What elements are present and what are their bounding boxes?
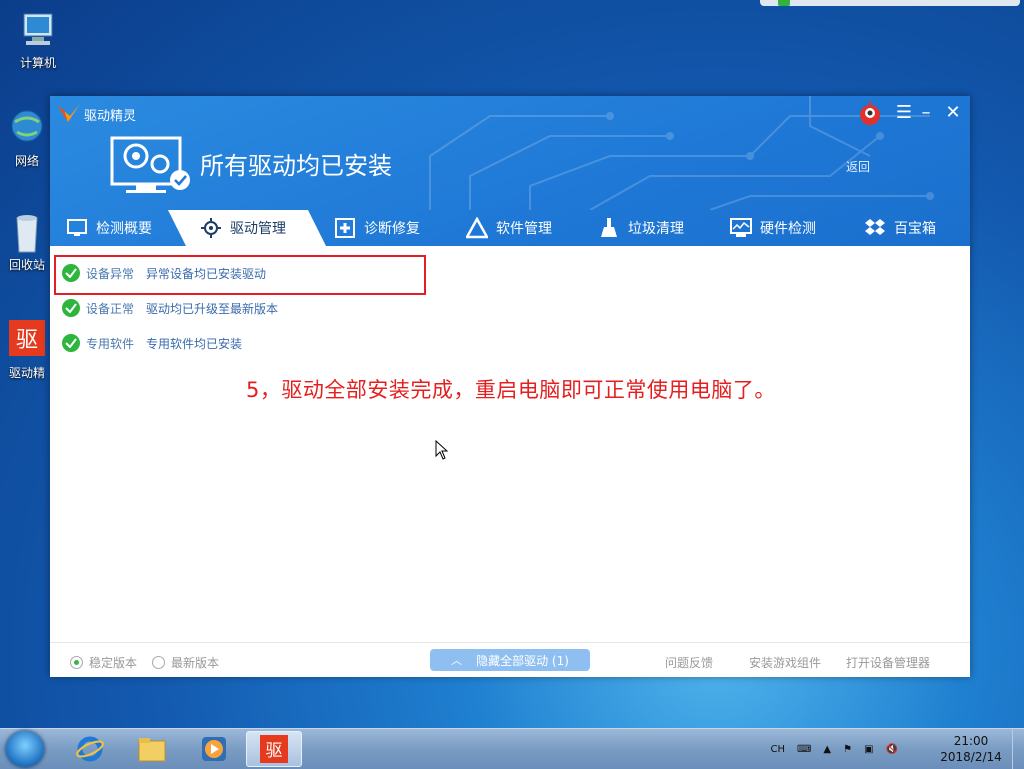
radio-label: 最新版本	[171, 656, 220, 670]
tab-junk-cleanup[interactable]: 垃圾清理	[598, 210, 684, 246]
latest-version-radio[interactable]: 最新版本	[152, 654, 219, 671]
desktop-icon-label: 驱动精	[8, 366, 45, 380]
taskbar-file-explorer[interactable]	[124, 731, 180, 767]
status-row: 设备正常 驱动均已升级至最新版本	[62, 297, 278, 319]
dropbox-icon	[865, 219, 885, 235]
check-icon	[778, 0, 790, 6]
show-hidden-icons-icon[interactable]: ▲	[823, 744, 831, 755]
tab-label: 驱动管理	[230, 221, 286, 237]
desktop-icon-recycle-bin[interactable]: 回收站	[2, 212, 52, 273]
tab-toolbox[interactable]: 百宝箱	[864, 210, 936, 246]
desktop-icon-label: 计算机	[19, 56, 56, 70]
taskbar: 驱 CH ⌨ ▲ ⚑ ▣ 🔇 21:00 2018/2/14	[0, 728, 1024, 769]
desktop-icon-label: 网络	[14, 154, 39, 168]
hide-button-label: 隐藏全部驱动 (1)	[476, 653, 569, 668]
tab-diagnose-repair[interactable]: 诊断修复	[334, 210, 420, 246]
tab-label: 垃圾清理	[628, 221, 684, 237]
install-game-components-link[interactable]: 安装游戏组件	[749, 654, 821, 671]
row-category: 专用软件	[86, 336, 135, 351]
tab-label: 硬件检测	[760, 221, 816, 237]
drivers-installed-icon	[110, 136, 190, 193]
circuit-pattern-decoration	[429, 96, 934, 210]
row-category: 设备异常	[86, 266, 135, 281]
hide-all-drivers-button[interactable]: ︿ 隐藏全部驱动 (1)	[430, 649, 590, 671]
network-icon[interactable]: ▣	[864, 744, 873, 755]
tab-driver-management[interactable]: 驱动管理	[200, 210, 286, 246]
app-title: 驱动精灵	[84, 109, 137, 124]
volume-muted-icon[interactable]: 🔇	[886, 744, 898, 755]
check-circle-icon	[62, 334, 80, 352]
app-logo-icon	[58, 104, 80, 122]
tab-label: 软件管理	[496, 221, 552, 237]
main-tabs: 检测概要 驱动管理 诊断修复 软件管理 垃圾清理 硬件检测 百宝箱	[50, 210, 970, 246]
radio-dot	[70, 656, 83, 669]
monitor-icon	[67, 219, 87, 236]
first-aid-icon	[335, 218, 355, 238]
status-row: 设备异常 异常设备均已安装驱动	[62, 262, 266, 284]
radio-dot	[152, 656, 165, 669]
row-description: 专用软件均已安装	[146, 336, 243, 351]
start-button[interactable]	[6, 731, 44, 767]
triangle-app-icon	[466, 217, 488, 239]
tab-hardware-detection[interactable]: 硬件检测	[730, 210, 816, 246]
media-player-icon	[202, 737, 226, 761]
internet-explorer-icon	[76, 736, 104, 762]
row-description: 驱动均已升级至最新版本	[146, 301, 279, 316]
status-row: 专用软件 专用软件均已安装	[62, 332, 242, 354]
menu-icon[interactable]: ☰	[894, 102, 914, 123]
action-center-flag-icon[interactable]: ⚑	[843, 744, 852, 755]
clock-time: 21:00	[953, 734, 989, 748]
row-description: 异常设备均已安装驱动	[146, 266, 267, 281]
check-circle-icon	[62, 264, 80, 282]
tab-overview[interactable]: 检测概要	[66, 210, 152, 246]
check-circle-icon	[62, 299, 80, 317]
radio-label: 稳定版本	[89, 656, 138, 670]
window-header: 驱动精灵 ☰ – ✕ 所有驱动均已安装 返回 检测概要 驱动管理 诊断修复 软件…	[50, 96, 970, 246]
language-indicator[interactable]: CH	[770, 744, 785, 755]
folder-icon	[138, 738, 166, 762]
show-desktop-button[interactable]	[1012, 729, 1024, 769]
top-notification-strip	[760, 0, 1020, 6]
tutorial-annotation-text: 5，驱动全部安装完成，重启电脑即可正常使用电脑了。	[246, 378, 776, 402]
drive-genius-app-icon: 驱	[7, 320, 47, 360]
desktop-icon-label: 回收站	[8, 258, 45, 272]
desktop-icon-drive-genius[interactable]: 驱 驱动精	[2, 320, 52, 381]
taskbar-media-player[interactable]	[186, 731, 242, 767]
computer-icon	[18, 10, 58, 50]
taskbar-internet-explorer[interactable]	[62, 731, 118, 767]
broom-icon	[601, 218, 617, 237]
drive-genius-app-icon: 驱	[260, 735, 288, 763]
hardware-monitor-icon	[730, 218, 752, 237]
open-device-manager-link[interactable]: 打开设备管理器	[846, 654, 930, 671]
close-button[interactable]: ✕	[943, 102, 963, 123]
clock-date: 2018/2/14	[940, 750, 1002, 764]
tab-label: 诊断修复	[364, 221, 420, 237]
mascot-icon[interactable]	[858, 100, 882, 126]
tab-software-management[interactable]: 软件管理	[466, 210, 552, 246]
minimize-button[interactable]: –	[916, 102, 936, 123]
gear-icon	[201, 218, 221, 238]
network-globe-icon	[7, 108, 47, 148]
window-footer: 稳定版本 最新版本 ︿ 隐藏全部驱动 (1) 问题反馈 安装游戏组件 打开设备管…	[50, 642, 970, 677]
tab-label: 检测概要	[96, 221, 152, 237]
taskbar-drive-genius[interactable]: 驱	[246, 731, 302, 767]
system-tray: CH ⌨ ▲ ⚑ ▣ 🔇	[764, 729, 904, 769]
chevron-up-icon: ︿	[451, 654, 463, 667]
driver-status-panel: 设备异常 异常设备均已安装驱动 设备正常 驱动均已升级至最新版本 专用软件 专用…	[50, 246, 970, 640]
back-link[interactable]: 返回	[846, 158, 870, 175]
clock[interactable]: 21:00 2018/2/14	[938, 733, 1004, 765]
drive-genius-window: 驱动精灵 ☰ – ✕ 所有驱动均已安装 返回 检测概要 驱动管理 诊断修复 软件…	[50, 96, 970, 677]
row-category: 设备正常	[86, 301, 135, 316]
stable-version-radio[interactable]: 稳定版本	[70, 654, 137, 671]
tab-label: 百宝箱	[894, 221, 936, 237]
svg-text:驱: 驱	[16, 328, 38, 353]
feedback-link[interactable]: 问题反馈	[665, 654, 713, 671]
desktop-icon-network[interactable]: 网络	[2, 108, 52, 169]
status-title: 所有驱动均已安装	[200, 152, 392, 180]
svg-text:驱: 驱	[266, 741, 283, 761]
keyboard-icon[interactable]: ⌨	[797, 744, 811, 755]
mouse-cursor-icon	[435, 440, 449, 460]
desktop-icon-computer[interactable]: 计算机	[6, 10, 70, 71]
recycle-bin-icon	[7, 212, 47, 253]
